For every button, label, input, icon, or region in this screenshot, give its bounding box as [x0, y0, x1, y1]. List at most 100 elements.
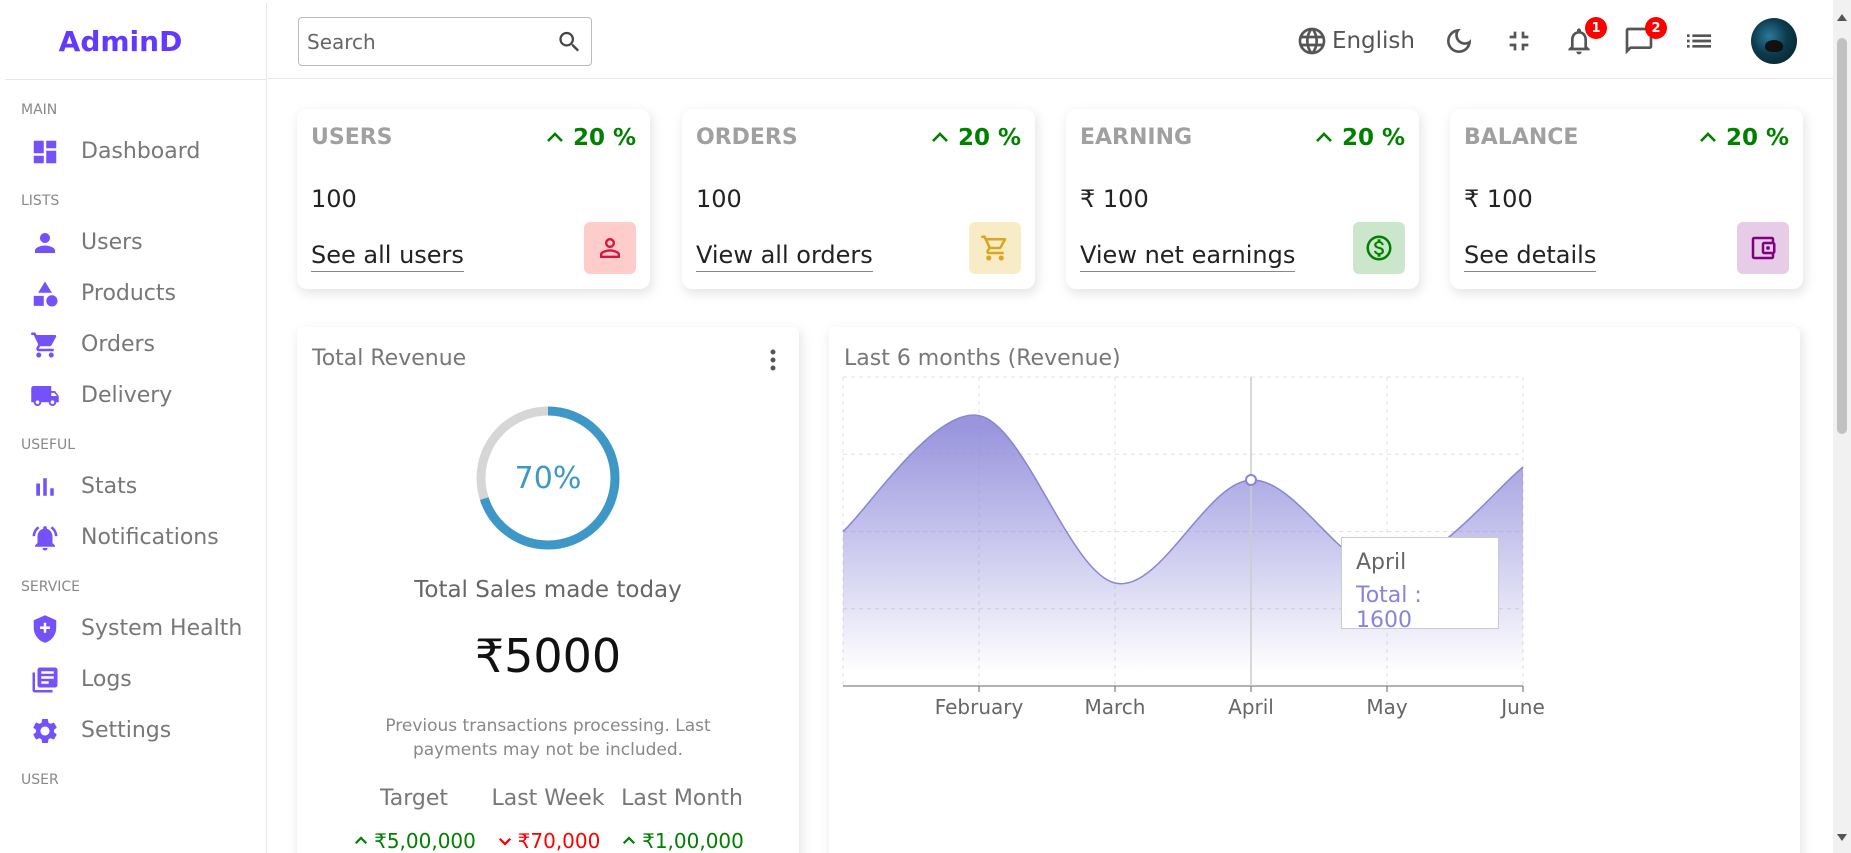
fullscreen-exit-button[interactable]	[1503, 25, 1535, 57]
shapes-icon	[29, 278, 61, 310]
widget-value: ₹ 100	[1464, 185, 1533, 213]
bar-chart-icon	[29, 471, 61, 503]
widget-percentage: 20 %	[1696, 125, 1789, 151]
scroll-down-arrow[interactable]	[1837, 834, 1847, 841]
sidebar-section-title: USER	[21, 772, 59, 788]
widget-percentage: 20 %	[543, 125, 636, 151]
sidebar-item-label: Users	[81, 230, 143, 255]
sidebar-item-label: Delivery	[81, 383, 173, 408]
sidebar-item-label: Dashboard	[81, 139, 201, 164]
widget-link[interactable]: View net earnings	[1080, 241, 1296, 272]
chart-x-tick-label: May	[1366, 695, 1408, 719]
notifications-button[interactable]: 1	[1563, 17, 1607, 57]
logo[interactable]: AdminD	[59, 25, 183, 58]
summary-title: Last Month	[621, 786, 743, 811]
chart-x-tick-label: April	[1228, 695, 1274, 719]
sidebar-nav: MAIN Dashboard LISTS Users Products Orders Del…	[5, 80, 266, 788]
widget-link[interactable]: See details	[1464, 241, 1597, 272]
wallet-icon	[1751, 236, 1776, 260]
moon-icon	[1447, 29, 1471, 53]
featured-amount: ₹5000	[474, 629, 622, 683]
featured-summary: Target ₹5,00,000 Last Week ₹70,000 Last Mont…	[347, 786, 749, 853]
scroll-thumb[interactable]	[1837, 38, 1847, 434]
summary-item: Last Week ₹70,000	[481, 786, 615, 853]
search-box	[298, 17, 592, 66]
sidebar-item-users[interactable]: Users	[5, 217, 266, 268]
chart-x-tick-label: June	[1499, 695, 1545, 719]
widget-balance: BALANCE 20 % ₹ 100 See details	[1450, 109, 1803, 289]
avatar[interactable]	[1751, 18, 1797, 64]
widget-icon-box	[1737, 222, 1789, 274]
summary-title: Last Week	[491, 786, 605, 811]
revenue-chart-card: Last 6 months (Revenue) February March Apr…	[829, 327, 1800, 853]
sidebar-item-label: Logs	[81, 667, 132, 692]
scroll-up-arrow[interactable]	[1837, 14, 1847, 21]
logs-icon	[29, 664, 61, 696]
summary-amount: ₹5,00,000	[352, 829, 476, 853]
sidebar-section-title: MAIN	[21, 102, 58, 118]
widget-percentage-value: 20 %	[572, 125, 636, 151]
person-icon	[35, 232, 55, 253]
sidebar-item-orders[interactable]: Orders	[5, 319, 266, 370]
shield-plus-icon	[29, 613, 61, 645]
sidebar-item-dashboard[interactable]: Dashboard	[5, 126, 266, 177]
widget-value: 100	[311, 185, 357, 213]
sidebar-item-products[interactable]: Products	[5, 268, 266, 319]
messages-button[interactable]: 2	[1623, 17, 1667, 57]
search-icon[interactable]	[556, 26, 583, 58]
sidebar-item-delivery[interactable]: Delivery	[5, 370, 266, 421]
logo-area: AdminD	[5, 3, 266, 80]
bar-chart-icon	[36, 477, 54, 496]
summary-amount: ₹1,00,000	[620, 829, 744, 853]
sidebar-item-notifications[interactable]: Notifications	[5, 512, 266, 563]
person-outline-icon	[600, 238, 620, 258]
revenue-area-chart[interactable]: February March April May June	[829, 327, 1800, 853]
widget-percentage-value: 20 %	[1341, 125, 1405, 151]
tooltip-label: April	[1356, 550, 1407, 575]
widget-value: 100	[696, 185, 742, 213]
dashboard-icon	[33, 140, 57, 163]
widget-icon-box	[1353, 222, 1405, 274]
truck-icon	[29, 380, 61, 412]
sidebar-section-title: LISTS	[21, 193, 60, 209]
chevron-up-icon	[1316, 132, 1332, 142]
bell-ring-icon	[29, 522, 61, 554]
progress-ring: 70%	[471, 401, 625, 555]
sidebar-section-title: SERVICE	[21, 579, 81, 595]
widget-title: BALANCE	[1464, 125, 1579, 150]
language-selector[interactable]: English	[1296, 25, 1415, 57]
shield-plus-icon	[33, 614, 57, 643]
chevron-up-icon	[547, 132, 563, 142]
chart-active-point	[1245, 474, 1257, 486]
widget-value: ₹ 100	[1080, 185, 1149, 213]
progress-text: 70%	[514, 460, 582, 496]
sidebar-item-logs[interactable]: Logs	[5, 654, 266, 705]
cart-icon	[29, 329, 61, 361]
widget-link[interactable]: See all users	[311, 241, 464, 272]
sidebar-item-system-health[interactable]: System Health	[5, 603, 266, 654]
list-button[interactable]	[1683, 25, 1715, 57]
fullscreen-exit-icon	[1509, 31, 1529, 51]
sidebar: AdminD MAIN Dashboard LISTS Users Products Or…	[5, 3, 267, 853]
sidebar-item-stats[interactable]: Stats	[5, 461, 266, 512]
widget-users: USERS 20 % 100 See all users	[297, 109, 650, 289]
more-options-button[interactable]	[761, 345, 785, 375]
widget-icon-box	[969, 222, 1021, 274]
page-scrollbar[interactable]	[1833, 0, 1851, 853]
chevron-up-icon	[623, 836, 636, 845]
chevron-down-icon	[498, 837, 511, 846]
dark-mode-toggle[interactable]	[1443, 25, 1475, 57]
widget-link[interactable]: View all orders	[696, 241, 873, 272]
sidebar-item-label: Products	[81, 281, 176, 306]
featured-description: Previous transactions processing. Last p…	[385, 716, 711, 760]
summary-amount-value: ₹1,00,000	[642, 829, 744, 853]
notifications-badge: 1	[1585, 17, 1607, 39]
dollar-circle-icon	[1366, 235, 1392, 261]
widget-title: EARNING	[1080, 125, 1193, 150]
summary-item: Last Month ₹1,00,000	[615, 786, 749, 853]
sidebar-item-label: Settings	[81, 718, 172, 743]
widget-percentage: 20 %	[1312, 125, 1405, 151]
search-input[interactable]	[307, 29, 556, 54]
summary-amount: ₹70,000	[496, 829, 600, 853]
sidebar-item-settings[interactable]: Settings	[5, 705, 266, 756]
